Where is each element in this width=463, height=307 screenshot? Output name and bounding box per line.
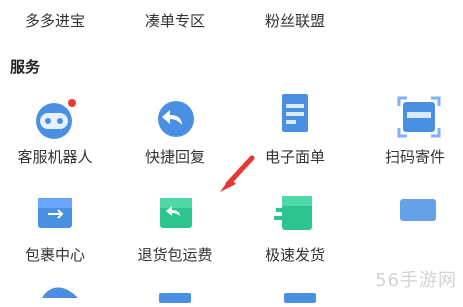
section-title-services: 服务: [10, 58, 41, 76]
partial-icon[interactable]: [398, 195, 438, 229]
red-arrow-icon: [210, 150, 270, 204]
scan-icon[interactable]: [393, 92, 445, 146]
shortcut-duoduo-jinbao[interactable]: 多多进宝: [25, 10, 85, 31]
fast-ship-icon[interactable]: [272, 190, 320, 240]
robot-icon[interactable]: [30, 95, 78, 147]
item-label-fast-ship[interactable]: 极速发货: [240, 244, 350, 265]
waybill-icon[interactable]: [272, 90, 320, 146]
shortcut-fans-alliance[interactable]: 粉丝联盟: [265, 10, 325, 31]
top-shortcuts-row: 多多进宝 凑单专区 粉丝联盟: [0, 0, 463, 40]
item-label-return-shipping[interactable]: 退货包运费: [120, 244, 230, 265]
bottom-icon-3[interactable]: [280, 288, 320, 307]
item-label-package-center[interactable]: 包裹中心: [0, 244, 110, 265]
item-label-scan[interactable]: 扫码寄件: [360, 146, 463, 167]
return-shipping-icon[interactable]: [152, 190, 200, 240]
shortcut-coudan-zone[interactable]: 凑单专区: [145, 10, 205, 31]
reply-icon[interactable]: [152, 95, 200, 147]
bottom-icon-2[interactable]: [155, 288, 195, 307]
package-center-icon[interactable]: [32, 190, 78, 240]
item-label-robot[interactable]: 客服机器人: [0, 146, 110, 167]
bottom-icon-1[interactable]: [40, 282, 80, 304]
watermark: 56手游网: [375, 270, 457, 291]
